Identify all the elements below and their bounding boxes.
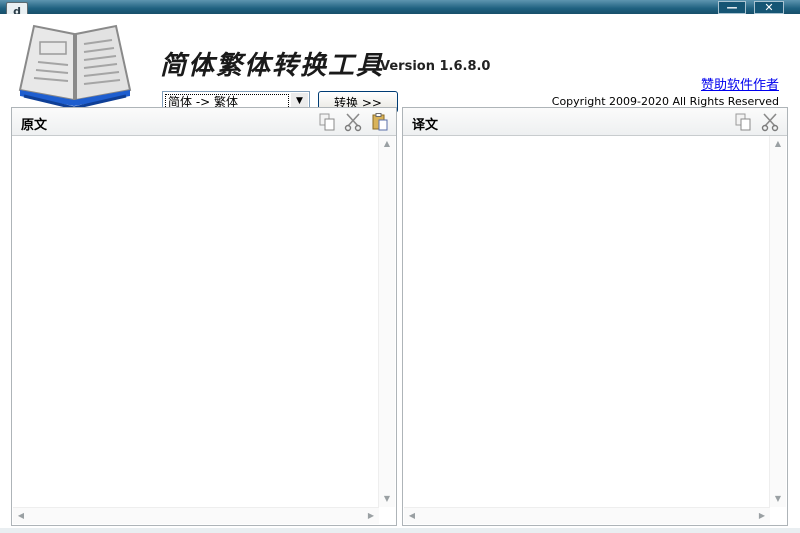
target-panel-header: 译文 <box>403 108 787 136</box>
paste-icon[interactable] <box>370 112 390 132</box>
minimize-button[interactable]: — <box>718 1 746 14</box>
app-title: 简体繁体转换工具 <box>160 51 385 81</box>
scroll-up-arrow-icon[interactable]: ▲ <box>770 136 786 152</box>
scroll-left-arrow-icon[interactable]: ◀ <box>13 508 29 524</box>
target-panel-title: 译文 <box>412 118 439 133</box>
donate-link[interactable]: 赞助软件作者 <box>701 74 779 93</box>
version-label: Version 1.6.8.0 <box>380 59 491 74</box>
copy-icon[interactable] <box>317 112 337 132</box>
scroll-right-arrow-icon[interactable]: ▶ <box>363 508 379 524</box>
source-panel: 原文 ▲ ▼ ◀ ▶ <box>11 107 397 526</box>
scroll-down-arrow-icon[interactable]: ▼ <box>770 491 786 507</box>
target-text-output[interactable] <box>404 136 770 507</box>
scroll-up-arrow-icon[interactable]: ▲ <box>379 136 395 152</box>
book-logo-icon <box>18 24 132 110</box>
scroll-left-arrow-icon[interactable]: ◀ <box>404 508 420 524</box>
cut-icon[interactable] <box>760 112 780 132</box>
target-panel: 译文 ▲ ▼ ◀ ▶ <box>402 107 788 526</box>
target-vertical-scrollbar[interactable]: ▲ ▼ <box>769 136 786 507</box>
scroll-down-arrow-icon[interactable]: ▼ <box>379 491 395 507</box>
copy-icon[interactable] <box>733 112 753 132</box>
close-button[interactable]: ✕ <box>754 1 784 14</box>
source-horizontal-scrollbar[interactable]: ◀ ▶ <box>13 507 379 524</box>
scroll-right-arrow-icon[interactable]: ▶ <box>754 508 770 524</box>
title-bar[interactable]: d — ✕ <box>0 0 800 22</box>
target-horizontal-scrollbar[interactable]: ◀ ▶ <box>404 507 770 524</box>
cut-icon[interactable] <box>343 112 363 132</box>
source-vertical-scrollbar[interactable]: ▲ ▼ <box>378 136 395 507</box>
source-panel-title: 原文 <box>21 118 48 133</box>
source-text-input[interactable] <box>13 136 379 507</box>
source-panel-header: 原文 <box>12 108 396 136</box>
status-bar <box>0 528 800 533</box>
